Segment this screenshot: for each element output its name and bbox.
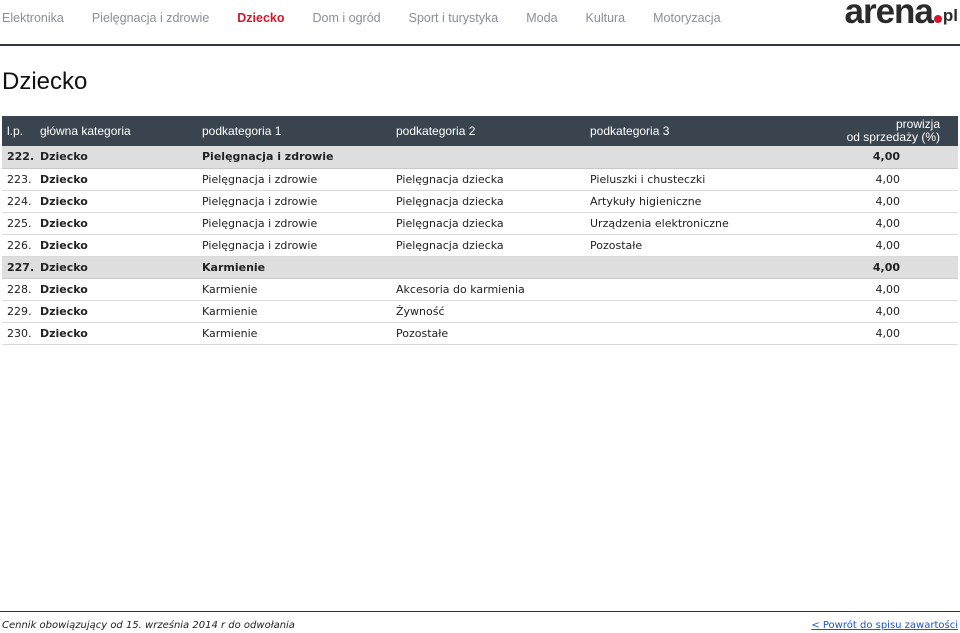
table-row: 223. Dziecko Pielęgnacja i zdrowie Pielęgna…	[2, 168, 958, 191]
cell-commission: 4,00	[784, 234, 958, 257]
arena-logo[interactable]: arena pl	[844, 0, 958, 30]
cell-subcategory-2: Żywność	[396, 300, 590, 323]
cell-lp: 225.	[2, 212, 40, 235]
cell-subcategory-1: Karmienie	[202, 300, 396, 323]
cell-main-category: Dziecko	[40, 190, 202, 213]
cell-subcategory-1: Pielęgnacja i zdrowie	[202, 190, 396, 213]
table-row: 230. Dziecko Karmienie Pozostałe 4,00	[2, 322, 958, 345]
cell-commission: 4,00	[784, 256, 958, 279]
footer: Cennik obowiązujący od 15. września 2014…	[0, 611, 960, 633]
logo-dot-icon	[933, 15, 942, 23]
cell-subcategory-3	[590, 256, 784, 279]
cell-subcategory-2: Pielęgnacja dziecka	[396, 234, 590, 257]
cell-subcategory-3: Artykuły higieniczne	[590, 190, 784, 213]
table-row: 227. Dziecko Karmienie 4,00	[2, 256, 958, 279]
logo-text: arena	[844, 0, 933, 31]
cell-subcategory-1: Pielęgnacja i zdrowie	[202, 168, 396, 191]
cell-lp: 228.	[2, 278, 40, 301]
price-list-note: Cennik obowiązujący od 15. września 2014…	[2, 620, 295, 631]
nav-item-6[interactable]: Kultura	[586, 11, 626, 25]
cell-lp: 227.	[2, 256, 40, 279]
table-row: 225. Dziecko Pielęgnacja i zdrowie Pielęgna…	[2, 212, 958, 235]
cell-subcategory-1: Pielęgnacja i zdrowie	[202, 212, 396, 235]
cell-lp: 224.	[2, 190, 40, 213]
cell-subcategory-2: Pozostałe	[396, 322, 590, 345]
table-row: 226. Dziecko Pielęgnacja i zdrowie Pielęgna…	[2, 234, 958, 257]
cell-subcategory-1: Karmienie	[202, 278, 396, 301]
page-title: Dziecko	[2, 68, 88, 95]
cell-commission: 4,00	[784, 212, 958, 235]
cell-lp: 230.	[2, 322, 40, 345]
cell-main-category: Dziecko	[40, 322, 202, 345]
header-subcategory-2: podkategoria 2	[396, 116, 590, 146]
nav-item-1[interactable]: Pielęgnacja i zdrowie	[92, 11, 209, 25]
table-row: 229. Dziecko Karmienie Żywność 4,00	[2, 300, 958, 323]
header-commission: prowizja od sprzedaży (%)	[784, 116, 958, 146]
table-header-row: l.p. główna kategoria podkategoria 1 pod…	[2, 116, 958, 146]
header-subcategory-1: podkategoria 1	[202, 116, 396, 146]
cell-subcategory-2: Pielęgnacja dziecka	[396, 190, 590, 213]
cell-subcategory-1: Pielęgnacja i zdrowie	[202, 146, 396, 169]
cell-subcategory-3: Urządzenia elektroniczne	[590, 212, 784, 235]
nav-item-4[interactable]: Sport i turystyka	[409, 11, 499, 25]
cell-commission: 4,00	[784, 322, 958, 345]
category-nav: Elektronika Pielęgnacja i zdrowie Dziecko D…	[2, 11, 749, 25]
nav-item-0[interactable]: Elektronika	[2, 11, 64, 25]
commission-table: l.p. główna kategoria podkategoria 1 pod…	[2, 116, 958, 345]
cell-lp: 229.	[2, 300, 40, 323]
cell-subcategory-1: Karmienie	[202, 322, 396, 345]
cell-lp: 222.	[2, 146, 40, 169]
cell-main-category: Dziecko	[40, 278, 202, 301]
cell-lp: 223.	[2, 168, 40, 191]
cell-subcategory-3	[590, 278, 784, 301]
cell-main-category: Dziecko	[40, 168, 202, 191]
cell-main-category: Dziecko	[40, 212, 202, 235]
header-commission-line1: prowizja	[895, 117, 940, 131]
cell-main-category: Dziecko	[40, 256, 202, 279]
cell-main-category: Dziecko	[40, 300, 202, 323]
cell-subcategory-2: Akcesoria do karmienia	[396, 278, 590, 301]
logo-suffix: pl	[942, 6, 958, 25]
back-to-contents-link[interactable]: < Powrót do spisu zawartości	[811, 620, 958, 631]
cell-subcategory-1: Karmienie	[202, 256, 396, 279]
cell-subcategory-3	[590, 146, 784, 169]
cell-subcategory-3: Pieluszki i chusteczki	[590, 168, 784, 191]
cell-main-category: Dziecko	[40, 234, 202, 257]
cell-commission: 4,00	[784, 168, 958, 191]
nav-item-5[interactable]: Moda	[526, 11, 557, 25]
cell-subcategory-3	[590, 322, 784, 345]
nav-item-7[interactable]: Motoryzacja	[653, 11, 720, 25]
cell-main-category: Dziecko	[40, 146, 202, 169]
nav-item-2[interactable]: Dziecko	[237, 11, 284, 25]
cell-subcategory-3: Pozostałe	[590, 234, 784, 257]
cell-subcategory-1: Pielęgnacja i zdrowie	[202, 234, 396, 257]
nav-item-3[interactable]: Dom i ogród	[313, 11, 381, 25]
table-row: 224. Dziecko Pielęgnacja i zdrowie Pielęgna…	[2, 190, 958, 213]
header-lp: l.p.	[2, 116, 40, 146]
cell-subcategory-2: Pielęgnacja dziecka	[396, 212, 590, 235]
cell-commission: 4,00	[784, 278, 958, 301]
cell-subcategory-3	[590, 300, 784, 323]
header-subcategory-3: podkategoria 3	[590, 116, 784, 146]
cell-subcategory-2	[396, 256, 590, 279]
table-body: 222. Dziecko Pielęgnacja i zdrowie 4,00 223.…	[2, 146, 958, 345]
cell-lp: 226.	[2, 234, 40, 257]
cell-subcategory-2: Pielęgnacja dziecka	[396, 168, 590, 191]
header-commission-line2: od sprzedaży (%)	[846, 130, 940, 144]
cell-commission: 4,00	[784, 190, 958, 213]
table-row: 228. Dziecko Karmienie Akcesoria do karmien…	[2, 278, 958, 301]
cell-commission: 4,00	[784, 300, 958, 323]
cell-commission: 4,00	[784, 146, 958, 169]
top-navigation: Elektronika Pielęgnacja i zdrowie Dziecko D…	[0, 0, 960, 46]
cell-subcategory-2	[396, 146, 590, 169]
table-row: 222. Dziecko Pielęgnacja i zdrowie 4,00	[2, 146, 958, 169]
header-main-category: główna kategoria	[40, 116, 202, 146]
